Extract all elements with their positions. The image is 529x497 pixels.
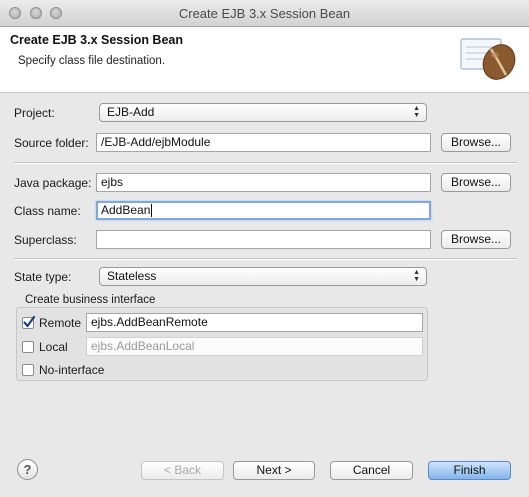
no-interface-label: No-interface [39,363,105,377]
business-interface-legend: Create business interface [25,294,156,306]
combo-arrows-icon: ▲ ▼ [413,105,420,119]
source-folder-label: Source folder: [14,136,89,150]
remote-interface-input[interactable]: ejbs.AddBeanRemote [86,313,423,332]
superclass-label: Superclass: [14,233,77,247]
source-folder-input[interactable]: /EJB-Add/ejbModule [96,133,431,152]
class-name-value: AddBean [101,203,151,217]
state-type-label: State type: [14,270,72,284]
window-title: Create EJB 3.x Session Bean [178,6,351,21]
local-checkbox[interactable] [22,341,34,353]
remote-checkbox[interactable] [22,315,36,329]
class-name-label: Class name: [14,204,81,218]
state-type-combo-value: Stateless [107,269,157,283]
combo-arrows-icon: ▲ ▼ [413,269,420,283]
java-package-label: Java package: [14,176,92,190]
source-folder-browse-button[interactable]: Browse... [441,133,511,152]
page-title: Create EJB 3.x Session Bean [10,33,183,47]
local-interface-input: ejbs.AddBeanLocal [86,337,423,356]
finish-button[interactable]: Finish [428,461,511,480]
project-combo-value: EJB-Add [107,105,155,119]
checkmark-icon [23,315,36,328]
help-icon[interactable]: ? [17,459,38,480]
no-interface-checkbox[interactable] [22,364,34,376]
java-package-input[interactable]: ejbs [96,173,431,192]
state-type-combo[interactable]: Stateless ▲ ▼ [99,267,427,286]
back-button: < Back [141,461,224,480]
local-label: Local [39,340,68,354]
superclass-browse-button[interactable]: Browse... [441,230,511,249]
next-button[interactable]: Next > [233,461,315,480]
cancel-button[interactable]: Cancel [330,461,413,480]
separator [14,258,517,260]
java-package-browse-button[interactable]: Browse... [441,173,511,192]
coffee-bean-icon [459,35,517,83]
project-label: Project: [14,106,55,120]
separator [14,162,517,164]
class-name-input[interactable]: AddBean [96,201,431,220]
text-cursor [151,204,153,218]
project-combo[interactable]: EJB-Add ▲ ▼ [99,103,427,122]
remote-label: Remote [39,316,82,330]
superclass-input[interactable] [96,230,431,249]
page-subtitle: Specify class file destination. [18,55,166,67]
